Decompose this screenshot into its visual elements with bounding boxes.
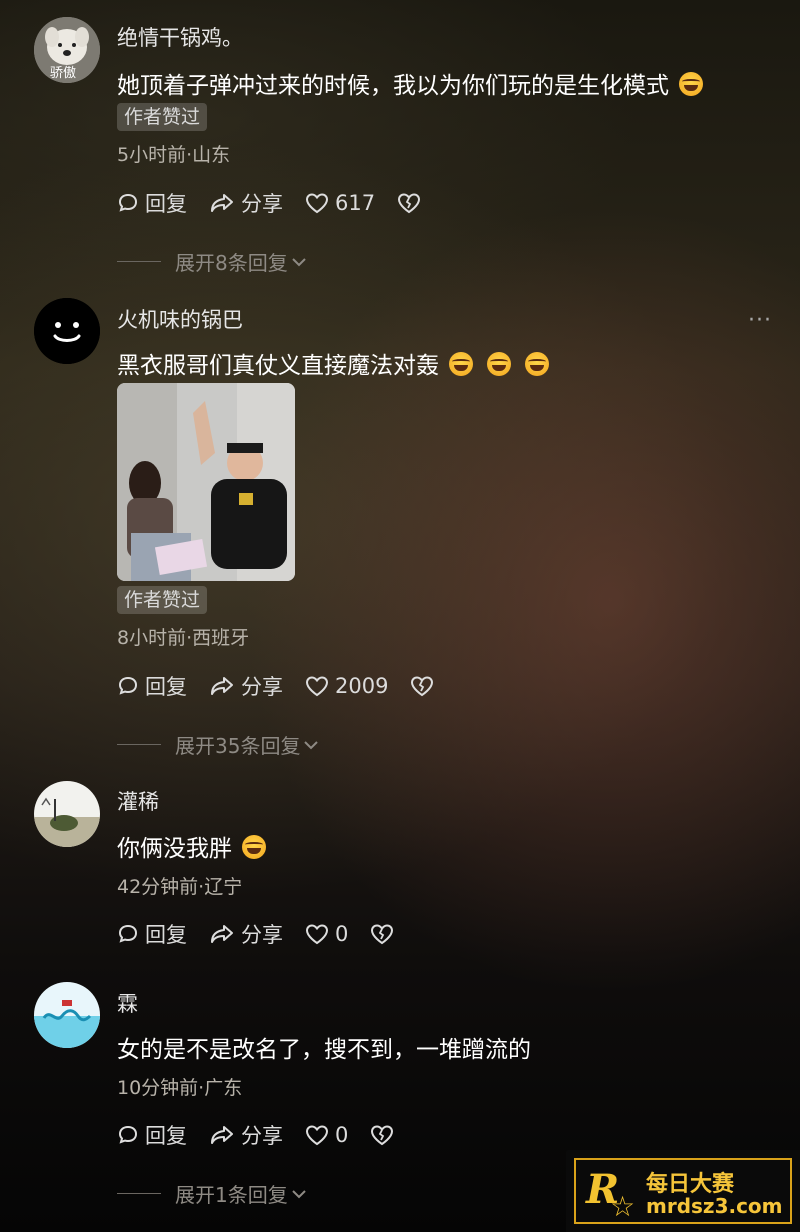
username[interactable]: 霖 bbox=[117, 988, 138, 1018]
like-count: 0 bbox=[335, 922, 349, 946]
dislike-button[interactable] bbox=[370, 1124, 400, 1146]
reply-button[interactable]: 回复 bbox=[117, 188, 187, 218]
divider-line bbox=[117, 1193, 161, 1194]
watermark: R ☆ 每日大赛 mrdsz3.com bbox=[566, 1150, 800, 1232]
like-button[interactable]: 2009 bbox=[305, 674, 388, 698]
dislike-button[interactable] bbox=[370, 923, 400, 945]
share-label: 分享 bbox=[241, 675, 283, 699]
smiley-avatar-icon bbox=[34, 298, 100, 364]
comment-text-content: 你俩没我胖 bbox=[117, 836, 232, 862]
chevron-down-icon bbox=[304, 740, 319, 749]
avatar[interactable] bbox=[34, 781, 100, 847]
laughing-crying-emoji-icon bbox=[449, 352, 473, 376]
water-avatar-icon bbox=[34, 982, 100, 1048]
reply-button[interactable]: 回复 bbox=[117, 919, 187, 949]
watermark-frame: R ☆ 每日大赛 mrdsz3.com bbox=[574, 1158, 792, 1224]
reply-label: 回复 bbox=[145, 675, 187, 699]
avatar-caption: 骄傲 bbox=[50, 66, 77, 81]
share-label: 分享 bbox=[241, 192, 283, 216]
comment-meta: 10分钟前·广东 bbox=[117, 1077, 243, 1099]
comment-actions: 回复 分享 0 bbox=[117, 919, 422, 949]
username[interactable]: 绝情干锅鸡。 bbox=[117, 22, 243, 52]
comment-text: 她顶着子弹冲过来的时候，我以为你们玩的是生化模式 bbox=[117, 66, 703, 100]
share-label: 分享 bbox=[241, 923, 283, 947]
reply-label: 回复 bbox=[145, 1124, 187, 1148]
share-arrow-icon bbox=[211, 925, 233, 943]
more-options-icon[interactable]: ··· bbox=[748, 308, 772, 333]
reply-label: 回复 bbox=[145, 192, 187, 216]
comment-actions: 回复 分享 0 bbox=[117, 1120, 422, 1150]
star-icon: ☆ bbox=[610, 1190, 636, 1223]
divider-line bbox=[117, 261, 161, 262]
avatar[interactable] bbox=[34, 298, 100, 364]
comment-meta: 5小时前·山东 bbox=[117, 144, 231, 166]
photo-illustration bbox=[117, 383, 295, 581]
chevron-down-icon bbox=[292, 1189, 306, 1198]
like-count: 617 bbox=[335, 191, 376, 215]
expand-label: 展开35条回复 bbox=[175, 734, 301, 758]
reply-button[interactable]: 回复 bbox=[117, 671, 187, 701]
reply-bubble-icon bbox=[118, 676, 138, 695]
heart-icon bbox=[305, 924, 329, 945]
comment-meta: 8小时前·西班牙 bbox=[117, 627, 250, 649]
username[interactable]: 火机味的锅巴 bbox=[117, 304, 243, 334]
comment-text-content: 女的是不是改名了，搜不到，一堆蹭流的 bbox=[117, 1037, 531, 1063]
reply-button[interactable]: 回复 bbox=[117, 1120, 187, 1150]
avatar[interactable] bbox=[34, 982, 100, 1048]
laughing-crying-emoji-icon bbox=[242, 835, 266, 859]
comment-text: 你俩没我胖 bbox=[117, 829, 266, 863]
chevron-down-icon bbox=[292, 257, 306, 266]
heart-icon bbox=[305, 1125, 329, 1146]
comment-actions: 回复 分享 2009 bbox=[117, 671, 462, 701]
broken-heart-icon bbox=[371, 1125, 394, 1146]
comment-text-content: 黑衣服哥们真仗义直接魔法对轰 bbox=[117, 353, 439, 379]
username[interactable]: 灌稀 bbox=[117, 786, 159, 816]
comment-meta: 42分钟前·辽宁 bbox=[117, 876, 243, 898]
broken-heart-icon bbox=[371, 924, 394, 945]
share-button[interactable]: 分享 bbox=[209, 671, 283, 701]
reply-label: 回复 bbox=[145, 923, 187, 947]
expand-replies[interactable]: 展开35条回复 bbox=[117, 730, 320, 759]
divider-line bbox=[117, 744, 161, 745]
author-liked-badge: 作者赞过 bbox=[117, 103, 208, 131]
dislike-button[interactable] bbox=[397, 192, 427, 214]
share-arrow-icon bbox=[211, 194, 233, 212]
comment-image[interactable] bbox=[117, 383, 295, 581]
share-button[interactable]: 分享 bbox=[209, 919, 283, 949]
like-button[interactable]: 617 bbox=[305, 191, 375, 215]
laughing-crying-emoji-icon bbox=[487, 352, 511, 376]
laughing-crying-emoji-icon bbox=[525, 352, 549, 376]
landscape-avatar-icon bbox=[34, 781, 100, 847]
avatar[interactable]: 骄傲 bbox=[34, 17, 100, 83]
expand-replies[interactable]: 展开1条回复 bbox=[117, 1179, 308, 1208]
share-button[interactable]: 分享 bbox=[209, 1120, 283, 1150]
reply-bubble-icon bbox=[118, 924, 138, 943]
expand-label: 展开1条回复 bbox=[175, 1183, 288, 1207]
comment-text-content: 她顶着子弹冲过来的时候，我以为你们玩的是生化模式 bbox=[117, 73, 669, 99]
laughing-crying-emoji-icon bbox=[679, 72, 703, 96]
broken-heart-icon bbox=[411, 676, 434, 697]
broken-heart-icon bbox=[398, 193, 421, 214]
like-count: 0 bbox=[335, 1123, 349, 1147]
share-arrow-icon bbox=[211, 677, 233, 695]
share-label: 分享 bbox=[241, 1124, 283, 1148]
heart-icon bbox=[305, 676, 329, 697]
comment-actions: 回复 分享 617 bbox=[117, 188, 449, 218]
reply-bubble-icon bbox=[118, 193, 138, 212]
expand-replies[interactable]: 展开8条回复 bbox=[117, 247, 308, 276]
share-button[interactable]: 分享 bbox=[209, 188, 283, 218]
reply-bubble-icon bbox=[118, 1125, 138, 1144]
like-button[interactable]: 0 bbox=[305, 922, 348, 946]
share-arrow-icon bbox=[211, 1126, 233, 1144]
dislike-button[interactable] bbox=[410, 675, 440, 697]
expand-label: 展开8条回复 bbox=[175, 251, 288, 275]
comment-text: 黑衣服哥们真仗义直接魔法对轰 bbox=[117, 346, 549, 380]
comment-text: 女的是不是改名了，搜不到，一堆蹭流的 bbox=[117, 1030, 531, 1064]
like-count: 2009 bbox=[335, 674, 389, 698]
like-button[interactable]: 0 bbox=[305, 1123, 348, 1147]
author-liked-badge: 作者赞过 bbox=[117, 586, 208, 614]
heart-icon bbox=[305, 193, 329, 214]
watermark-url: mrdsz3.com bbox=[646, 1194, 783, 1218]
